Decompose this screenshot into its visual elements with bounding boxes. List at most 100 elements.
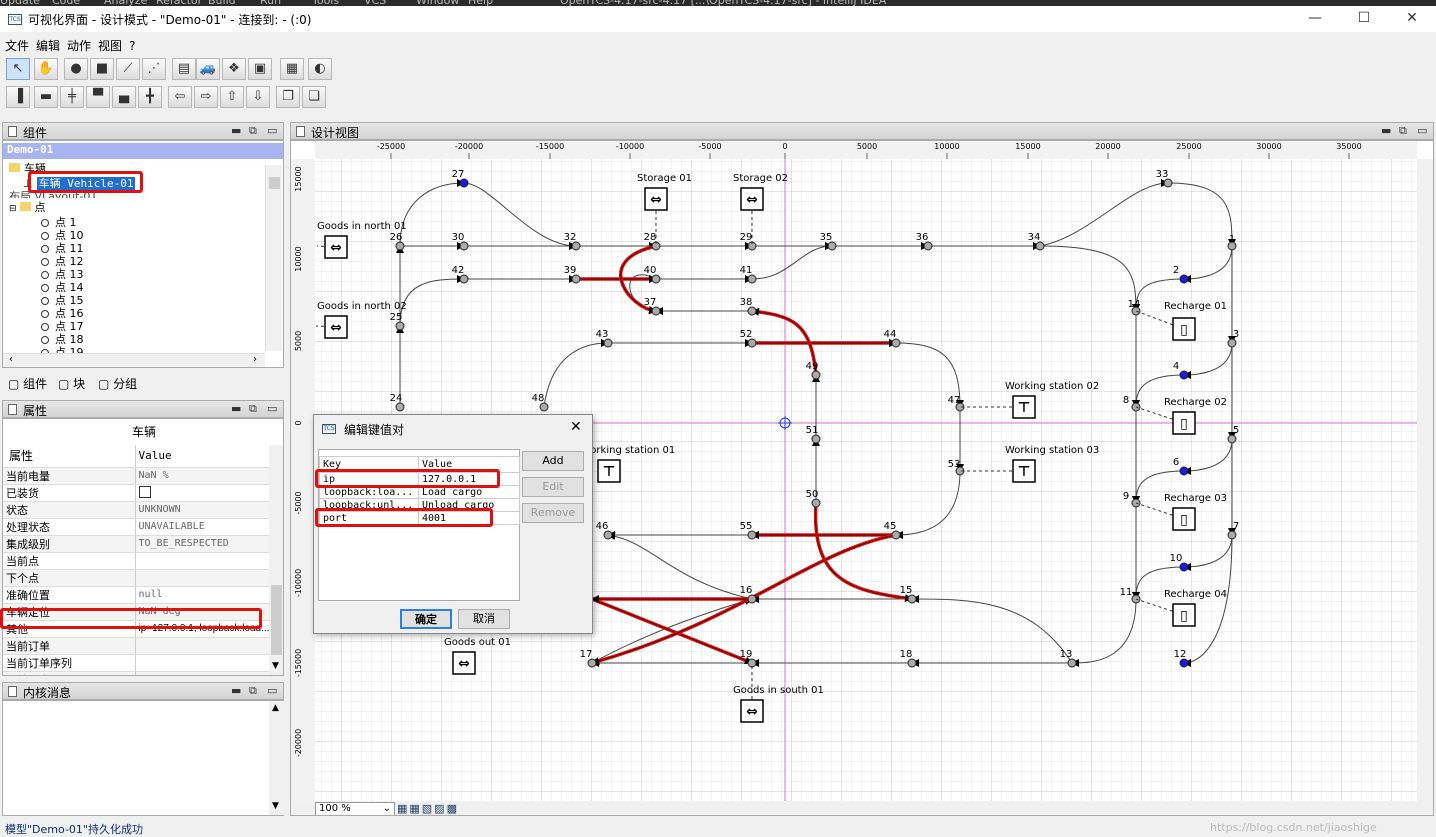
property-row[interactable]: 可处理类别 <box>3 671 271 675</box>
maximize-panel-icon[interactable]: ▭ <box>1417 124 1427 137</box>
edit-button[interactable]: Edit <box>522 477 584 497</box>
point-icon[interactable]: ● <box>64 58 88 80</box>
property-row[interactable]: 状态 UNKNOWN <box>3 501 271 519</box>
float-panel-icon[interactable]: ⧉ <box>1399 124 1407 138</box>
scroll-thumb[interactable] <box>269 177 280 189</box>
property-key: 准确位置 <box>3 586 136 604</box>
design-vscrollbar[interactable] <box>1417 159 1434 801</box>
cancel-button[interactable]: 取消 <box>458 609 510 629</box>
undo-icon[interactable]: ◐ <box>308 58 332 80</box>
tab-components[interactable]: ▢ 组件 <box>8 375 47 392</box>
property-row[interactable]: 已装货 <box>3 484 271 502</box>
point-label: 1 <box>1229 234 1235 245</box>
move-left-icon[interactable]: ⇦ <box>168 86 192 108</box>
tab-groups[interactable]: ▢ 分组 <box>98 375 137 392</box>
properties-table: 属性 Value 当前电量 NaN % 已装货 状态 UNKNOWN 处理状态 UNAVAIL… <box>3 445 271 675</box>
close-button[interactable]: ✕ <box>1402 10 1422 28</box>
menu-item[interactable]: 编辑 <box>31 34 62 54</box>
property-row[interactable]: 当前电量 NaN % <box>3 467 271 485</box>
collapse-icon[interactable]: ⊟ <box>9 204 17 214</box>
tree-hscrollbar[interactable]: ‹ › <box>3 353 265 367</box>
align-right-icon[interactable]: ╪ <box>60 86 84 108</box>
property-row[interactable]: 当前点 <box>3 552 271 570</box>
point-label: 33 <box>1156 169 1169 180</box>
minimize-panel-icon[interactable]: ▬ <box>231 684 241 697</box>
align-middle-icon[interactable]: ▄ <box>112 86 136 108</box>
tree-vscrollbar[interactable] <box>265 165 282 351</box>
y-tick-label: -20000 <box>294 729 303 757</box>
toolbar-align: ▐ ▬ ╪ ▀ ▄ ╋ ⇦ ⇨ ⇧ ⇩ ❐ ❏ <box>0 84 1436 112</box>
property-row[interactable]: 当前订单 <box>3 637 271 655</box>
minimize-panel-icon[interactable]: ▬ <box>1381 124 1391 137</box>
x-tick-label: -25000 <box>377 142 405 151</box>
float-panel-icon[interactable]: ⧉ <box>249 684 257 698</box>
maximize-panel-icon[interactable]: ▭ <box>267 684 277 697</box>
kernel-scrollbar[interactable]: ▲ ▼ <box>269 701 284 815</box>
loaded-checkbox[interactable] <box>138 486 151 498</box>
property-value[interactable] <box>135 637 271 655</box>
design-hscrollbar[interactable] <box>291 801 1434 816</box>
group-icon[interactable]: ▣ <box>248 58 272 80</box>
add-button[interactable]: Add <box>522 451 584 471</box>
menu-item[interactable]: 文件 <box>0 34 31 54</box>
move-down-icon[interactable]: ⇩ <box>246 86 270 108</box>
view-option-icons[interactable]: ▦▦▧▨▩ <box>397 802 459 815</box>
hand-icon[interactable]: ✋ <box>34 58 58 80</box>
chevron-down-icon[interactable]: ⌄ <box>383 803 391 814</box>
tree-root[interactable]: Demo-01 <box>3 143 283 159</box>
location-type-icon[interactable]: ▤ <box>172 58 196 80</box>
property-value[interactable]: NaN % <box>135 467 271 485</box>
properties-scrollbar[interactable]: ▼ <box>269 445 283 675</box>
property-row[interactable]: 处理状态 UNAVAILABLE <box>3 518 271 536</box>
align-bottom-icon[interactable]: ╋ <box>138 86 162 108</box>
point-node[interactable]: 1 <box>1227 234 1237 251</box>
zoom-select[interactable]: 100 % ⌄ <box>315 802 395 815</box>
remove-button[interactable]: Remove <box>522 503 584 523</box>
property-row[interactable]: 当前订单序列 <box>3 654 271 672</box>
ok-button[interactable]: 确定 <box>400 609 452 629</box>
float-panel-icon[interactable]: ⧉ <box>249 402 257 416</box>
property-row[interactable]: 集成级别 TO_BE_RESPECTED <box>3 535 271 553</box>
align-left-icon[interactable]: ▐ <box>6 86 30 108</box>
send-back-icon[interactable]: ❏ <box>302 86 326 108</box>
path-dotted-icon[interactable]: ⋰ <box>142 58 166 80</box>
maximize-panel-icon[interactable]: ▭ <box>267 402 277 415</box>
property-row[interactable]: 准确位置 null <box>3 586 271 604</box>
vehicle-icon[interactable]: 🚙 <box>196 58 220 80</box>
property-value[interactable] <box>135 569 271 587</box>
maximize-panel-icon[interactable]: ▭ <box>267 124 277 137</box>
minimize-panel-icon[interactable]: ▬ <box>231 124 241 137</box>
location-icon[interactable]: ■ <box>90 58 114 80</box>
property-value[interactable] <box>135 552 271 570</box>
property-value[interactable] <box>135 654 271 672</box>
maximize-button[interactable]: ☐ <box>1354 10 1374 28</box>
move-right-icon[interactable]: ⇨ <box>194 86 218 108</box>
bring-front-icon[interactable]: ❐ <box>276 86 300 108</box>
kernel-messages[interactable]: ▲ ▼ <box>2 700 284 816</box>
scroll-thumb[interactable] <box>271 585 282 655</box>
property-value[interactable]: UNAVAILABLE <box>135 518 271 536</box>
point-icon <box>41 232 49 240</box>
minimize-panel-icon[interactable]: ▬ <box>231 402 241 415</box>
menu-item[interactable]: ? <box>124 36 137 53</box>
property-row[interactable]: 下个点 <box>3 569 271 587</box>
menu-item[interactable]: 动作 <box>62 34 93 54</box>
tab-blocks[interactable]: ▢ 块 <box>58 375 85 392</box>
property-value[interactable]: UNKNOWN <box>135 501 271 519</box>
block-icon[interactable]: ❖ <box>222 58 246 80</box>
dialog-close-icon[interactable]: ✕ <box>570 419 582 435</box>
tree-points-folder[interactable]: ⊟ 点 <box>9 199 46 215</box>
align-center-icon[interactable]: ▬ <box>34 86 58 108</box>
menu-item[interactable]: 视图 <box>93 34 124 54</box>
property-value[interactable]: null <box>135 586 271 604</box>
property-value[interactable] <box>135 671 271 675</box>
float-panel-icon[interactable]: ⧉ <box>249 124 257 138</box>
property-value[interactable]: TO_BE_RESPECTED <box>135 535 271 553</box>
move-up-icon[interactable]: ⇧ <box>220 86 244 108</box>
align-top-icon[interactable]: ▀ <box>86 86 110 108</box>
select-arrow-icon[interactable]: ↖ <box>6 58 30 80</box>
property-value[interactable] <box>135 484 271 502</box>
minimize-button[interactable]: — <box>1305 10 1325 28</box>
path-icon[interactable]: ⟋ <box>116 58 140 80</box>
zoom-icon[interactable]: ▦ <box>280 58 304 80</box>
